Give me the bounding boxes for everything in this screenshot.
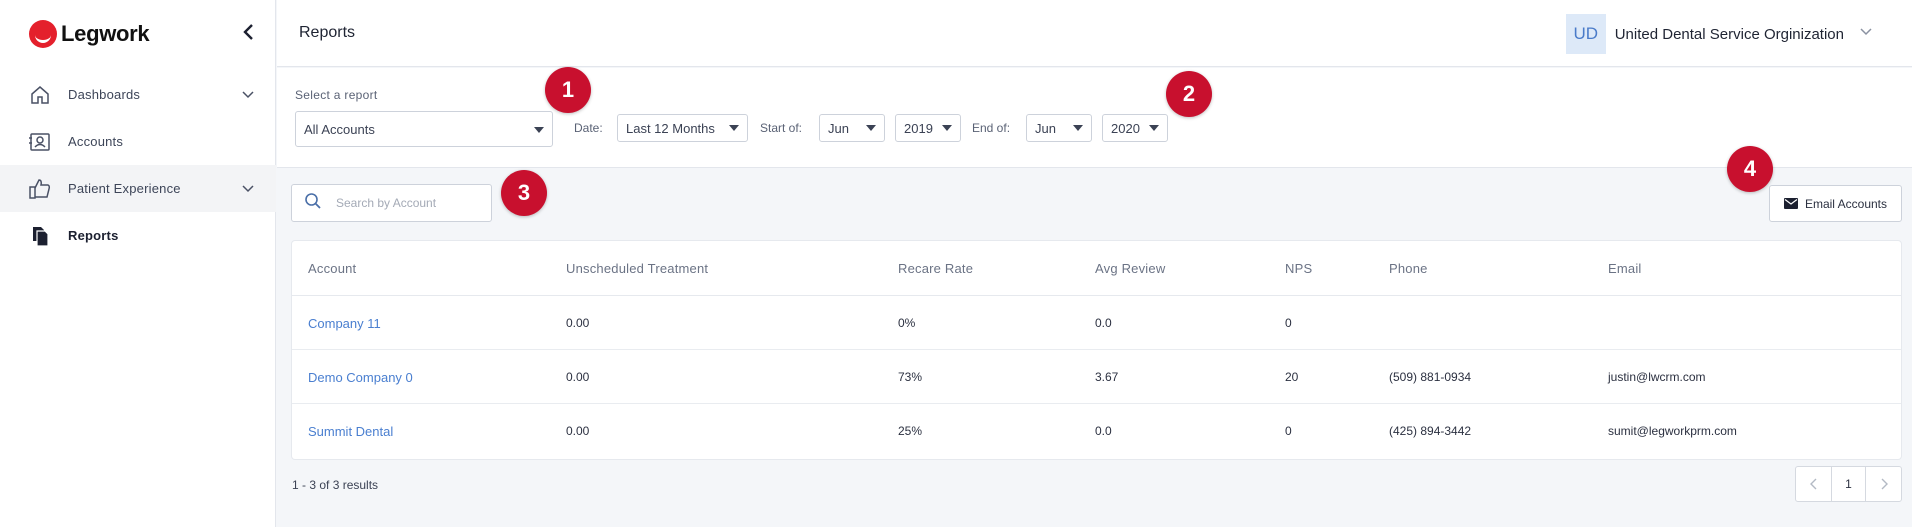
table-row: Demo Company 0 0.00 73% 3.67 20 (509) 88… — [292, 350, 1901, 404]
sidebar-item-patient-experience[interactable]: Patient Experience — [0, 165, 276, 212]
thumbs-up-icon — [29, 178, 51, 200]
end-year-value: 2020 — [1111, 120, 1140, 136]
avg-review-cell: 0.0 — [1095, 424, 1112, 438]
chevron-left-icon — [1809, 478, 1816, 490]
recare-cell: 0% — [898, 316, 916, 330]
column-header-nps[interactable]: NPS — [1285, 261, 1312, 276]
caret-down-icon — [1073, 125, 1083, 131]
table-header: Account Unscheduled Treatment Recare Rat… — [292, 241, 1901, 296]
collapse-sidebar-button[interactable] — [238, 20, 260, 44]
chevron-down-icon — [240, 181, 256, 197]
avg-review-cell: 3.67 — [1095, 370, 1119, 384]
nps-cell: 20 — [1285, 370, 1299, 384]
page-title: Reports — [299, 24, 356, 41]
documents-icon — [29, 225, 51, 247]
sidebar-item-label: Reports — [68, 228, 119, 243]
sidebar-nav: Dashboards Accounts Patient Experience R… — [0, 71, 276, 259]
search-icon — [304, 192, 322, 215]
phone-cell: (425) 894-3442 — [1389, 424, 1472, 438]
org-name: United Dental Service Orginization — [1614, 25, 1844, 43]
select-report-label: Select a report — [295, 88, 378, 102]
previous-page-button[interactable] — [1796, 467, 1831, 501]
account-link[interactable]: Summit Dental — [308, 424, 393, 439]
nps-cell: 0 — [1285, 424, 1292, 438]
caret-down-icon — [534, 127, 544, 133]
caret-down-icon — [942, 125, 952, 131]
logo[interactable]: Legwork — [29, 20, 150, 48]
start-of-label: Start of: — [760, 121, 803, 135]
sidebar-item-label: Accounts — [68, 134, 124, 149]
column-header-recare-rate[interactable]: Recare Rate — [898, 261, 973, 276]
account-link[interactable]: Company 11 — [308, 316, 381, 331]
start-month-value: Jun — [828, 120, 849, 136]
chevron-right-icon — [1881, 478, 1888, 490]
report-filters: Select a report All Accounts Date: Last … — [277, 68, 1912, 168]
org-avatar: UD — [1565, 14, 1606, 54]
report-select[interactable]: All Accounts — [295, 111, 553, 147]
callout-badge-4: 4 — [1727, 146, 1773, 192]
account-link[interactable]: Demo Company 0 — [308, 370, 413, 385]
date-range-select[interactable]: Last 12 Months — [617, 114, 748, 142]
start-month-select[interactable]: Jun — [819, 114, 885, 142]
unscheduled-cell: 0.00 — [566, 424, 590, 438]
page-number-button[interactable]: 1 — [1831, 467, 1866, 501]
caret-down-icon — [866, 125, 876, 131]
recare-cell: 73% — [898, 370, 923, 384]
sidebar-item-label: Patient Experience — [68, 181, 181, 196]
start-year-value: 2019 — [904, 120, 933, 136]
email-cell: justin@lwcrm.com — [1608, 370, 1706, 384]
table-row: Company 11 0.00 0% 0.0 0 — [292, 296, 1901, 350]
org-switcher[interactable]: UD United Dental Service Orginization — [1565, 14, 1874, 54]
date-range-value: Last 12 Months — [626, 120, 715, 136]
pagination: 1 — [1795, 466, 1902, 502]
account-search[interactable] — [291, 184, 492, 222]
column-header-phone[interactable]: Phone — [1389, 261, 1428, 276]
column-header-avg-review[interactable]: Avg Review — [1095, 261, 1165, 276]
date-label: Date: — [574, 121, 603, 135]
end-month-value: Jun — [1035, 120, 1056, 136]
caret-down-icon — [729, 125, 739, 131]
column-header-email[interactable]: Email — [1608, 261, 1642, 276]
end-of-label: End of: — [972, 121, 1011, 135]
table-row: Summit Dental 0.00 25% 0.0 0 (425) 894-3… — [292, 404, 1901, 458]
search-input[interactable] — [336, 196, 486, 210]
start-year-select[interactable]: 2019 — [895, 114, 961, 142]
callout-badge-1: 1 — [545, 67, 591, 113]
column-header-account[interactable]: Account — [308, 261, 356, 276]
end-month-select[interactable]: Jun — [1026, 114, 1092, 142]
logo-text: Legwork — [61, 21, 150, 46]
logo-mark-icon — [29, 20, 57, 48]
phone-cell: (509) 881-0934 — [1389, 370, 1472, 384]
email-accounts-button[interactable]: Email Accounts — [1769, 185, 1902, 222]
recare-cell: 25% — [898, 424, 923, 438]
callout-badge-3: 3 — [501, 170, 547, 216]
chevron-down-icon — [1858, 24, 1874, 45]
sidebar: Legwork Dashboards Accounts Patient Expe… — [0, 0, 276, 527]
sidebar-item-reports[interactable]: Reports — [0, 212, 276, 259]
caret-down-icon — [1149, 125, 1159, 131]
mail-icon — [1783, 198, 1798, 209]
sidebar-item-dashboards[interactable]: Dashboards — [0, 71, 276, 118]
avg-review-cell: 0.0 — [1095, 316, 1112, 330]
contact-card-icon — [29, 131, 51, 153]
nps-cell: 0 — [1285, 316, 1292, 330]
unscheduled-cell: 0.00 — [566, 370, 590, 384]
next-page-button[interactable] — [1866, 467, 1901, 501]
results-count: 1 - 3 of 3 results — [292, 478, 379, 492]
column-header-unscheduled-treatment[interactable]: Unscheduled Treatment — [566, 261, 708, 276]
accounts-table: Account Unscheduled Treatment Recare Rat… — [292, 241, 1901, 459]
callout-badge-2: 2 — [1166, 71, 1212, 117]
sidebar-item-accounts[interactable]: Accounts — [0, 118, 276, 165]
unscheduled-cell: 0.00 — [566, 316, 590, 330]
home-icon — [29, 84, 51, 106]
header: Reports UD United Dental Service Orginiz… — [277, 0, 1912, 67]
sidebar-item-label: Dashboards — [68, 87, 141, 102]
end-year-select[interactable]: 2020 — [1102, 114, 1168, 142]
chevron-down-icon — [240, 87, 256, 103]
email-accounts-label: Email Accounts — [1804, 196, 1888, 211]
report-select-value: All Accounts — [304, 121, 375, 137]
email-cell: sumit@legworkprm.com — [1608, 424, 1737, 438]
